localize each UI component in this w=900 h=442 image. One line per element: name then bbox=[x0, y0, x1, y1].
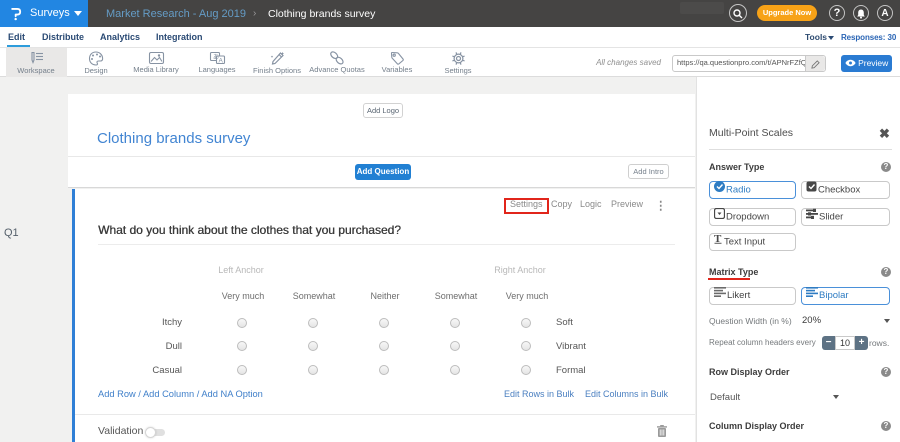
svg-text:T: T bbox=[714, 233, 722, 244]
svg-text:A: A bbox=[218, 58, 223, 65]
